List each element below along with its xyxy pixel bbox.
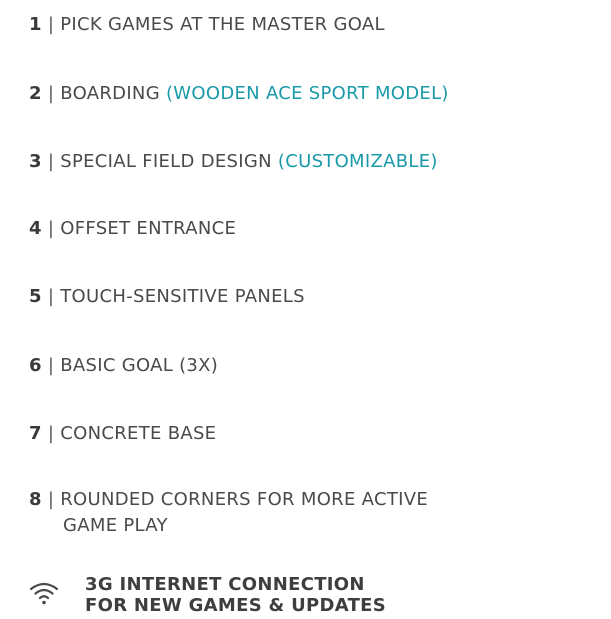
feature-text: ROUNDED CORNERS FOR MORE ACTIVE [60, 489, 429, 510]
feature-separator: | [41, 355, 61, 376]
feature-number: 2 [29, 83, 42, 104]
feature-text: BOARDING [60, 83, 166, 104]
feature-text: BASIC GOAL (3X) [60, 355, 219, 376]
connection-line-2: FOR NEW GAMES & UPDATES [85, 595, 387, 616]
feature-number: 8 [29, 489, 42, 510]
feature-separator: | [41, 489, 61, 510]
feature-separator: | [41, 218, 61, 239]
connection-text: 3G INTERNET CONNECTION FOR NEW GAMES & U… [85, 574, 386, 616]
feature-text: PICK GAMES AT THE MASTER GOAL [60, 14, 385, 35]
connection-line-1: 3G INTERNET CONNECTION [85, 574, 365, 595]
feature-item-5: 5 | TOUCH-SENSITIVE PANELS [29, 284, 305, 310]
feature-number: 4 [29, 218, 42, 239]
feature-separator: | [41, 286, 61, 307]
feature-number: 7 [29, 423, 42, 444]
feature-item-8: 8 | ROUNDED CORNERS FOR MORE ACTIVE GAME… [29, 487, 428, 539]
feature-item-2: 2 | BOARDING (WOODEN ACE SPORT MODEL) [29, 81, 449, 107]
feature-number: 6 [29, 355, 42, 376]
connection-row: 3G INTERNET CONNECTION FOR NEW GAMES & U… [29, 572, 589, 618]
feature-item-1: 1 | PICK GAMES AT THE MASTER GOAL [29, 12, 385, 38]
feature-number: 3 [29, 151, 42, 172]
feature-item-6: 6 | BASIC GOAL (3X) [29, 353, 218, 379]
feature-item-4: 4 | OFFSET ENTRANCE [29, 216, 236, 242]
feature-separator: | [41, 83, 61, 104]
feature-separator: | [41, 423, 61, 444]
feature-number: 1 [29, 14, 42, 35]
feature-item-7: 7 | CONCRETE BASE [29, 421, 216, 447]
feature-number: 5 [29, 286, 42, 307]
feature-text: SPECIAL FIELD DESIGN [60, 151, 278, 172]
feature-text: OFFSET ENTRANCE [60, 218, 237, 239]
feature-accent: (CUSTOMIZABLE) [277, 151, 438, 172]
wifi-icon [29, 580, 59, 606]
feature-separator: | [41, 151, 61, 172]
feature-item-3: 3 | SPECIAL FIELD DESIGN (CUSTOMIZABLE) [29, 149, 438, 175]
feature-accent: (WOODEN ACE SPORT MODEL) [165, 83, 449, 104]
feature-separator: | [41, 14, 61, 35]
feature-text: CONCRETE BASE [60, 423, 217, 444]
feature-text: TOUCH-SENSITIVE PANELS [60, 286, 305, 307]
feature-text-continued: GAME PLAY [63, 515, 168, 536]
